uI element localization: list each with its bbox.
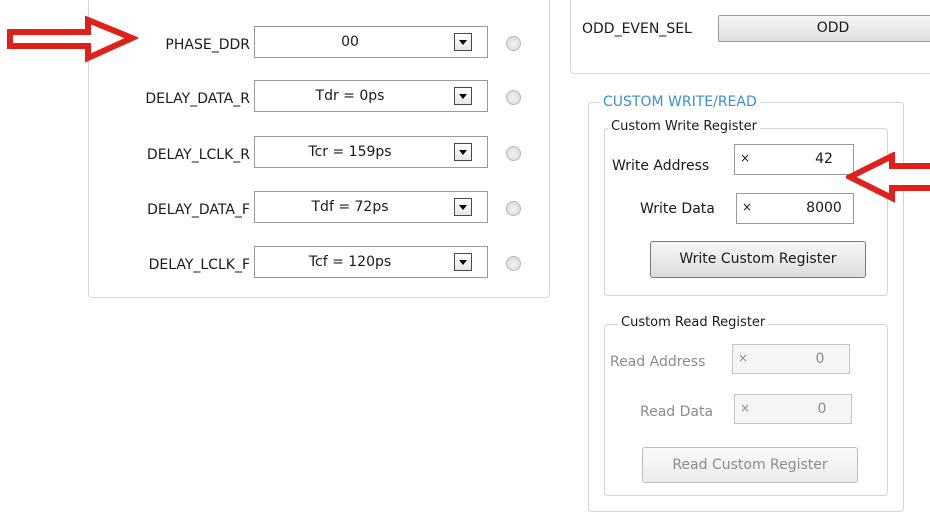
chevron-down-icon[interactable] — [454, 143, 472, 161]
delay-data-r-select[interactable]: Tdr = 0ps — [254, 80, 488, 112]
write-data-label: Write Data — [640, 201, 715, 217]
write-data-input[interactable]: × 8000 — [736, 193, 854, 224]
delay-lclk-f-label: DELAY_LCLK_F — [148, 257, 250, 273]
hex-prefix-icon: × — [740, 401, 751, 415]
delay-data-f-label: DELAY_DATA_F — [147, 202, 250, 218]
custom-read-title: Custom Read Register — [618, 315, 769, 331]
write-custom-register-button[interactable]: Write Custom Register — [650, 241, 866, 278]
write-address-input[interactable]: × 42 — [734, 144, 854, 175]
phase-ddr-label: PHASE_DDR — [165, 37, 250, 53]
phase-ddr-value: 00 — [341, 34, 359, 50]
hex-prefix-icon: × — [742, 200, 753, 214]
delay-data-f-radio[interactable] — [506, 201, 521, 216]
custom-write-title: Custom Write Register — [608, 119, 760, 135]
delay-lclk-f-select[interactable]: Tcf = 120ps — [254, 246, 488, 278]
custom-write-read-title: CUSTOM WRITE/READ — [600, 94, 760, 110]
read-address-input[interactable]: × 0 — [732, 344, 850, 374]
delay-lclk-r-select[interactable]: Tcr = 159ps — [254, 136, 488, 168]
delay-lclk-r-value: Tcr = 159ps — [308, 144, 392, 160]
phase-ddr-radio[interactable] — [506, 36, 521, 51]
write-data-value: 8000 — [806, 200, 842, 216]
write-address-value: 42 — [815, 151, 833, 167]
delay-data-f-value: Tdf = 72ps — [311, 199, 389, 215]
chevron-down-icon[interactable] — [454, 87, 472, 105]
chevron-down-icon[interactable] — [454, 253, 472, 271]
delay-lclk-f-radio[interactable] — [506, 256, 521, 271]
read-address-value: 0 — [815, 351, 825, 367]
delay-lclk-f-value: Tcf = 120ps — [308, 254, 392, 270]
delay-data-r-label: DELAY_DATA_R — [145, 91, 250, 107]
delay-data-r-radio[interactable] — [506, 90, 521, 105]
chevron-down-icon[interactable] — [454, 198, 472, 216]
read-custom-register-button[interactable]: Read Custom Register — [642, 447, 858, 483]
delay-lclk-r-label: DELAY_LCLK_R — [146, 147, 250, 163]
write-address-label: Write Address — [612, 158, 710, 174]
chevron-down-icon[interactable] — [454, 33, 472, 51]
read-data-label: Read Data — [640, 404, 714, 420]
phase-ddr-select[interactable]: 00 — [254, 26, 488, 58]
delay-data-f-select[interactable]: Tdf = 72ps — [254, 191, 488, 223]
hex-prefix-icon: × — [740, 151, 751, 165]
read-address-label: Read Address — [610, 354, 706, 370]
read-data-value: 0 — [817, 401, 827, 417]
odd-even-sel-label: ODD_EVEN_SEL — [582, 21, 692, 37]
read-data-input[interactable]: × 0 — [734, 394, 852, 424]
delay-lclk-r-radio[interactable] — [506, 146, 521, 161]
hex-prefix-icon: × — [738, 351, 749, 365]
delay-data-r-value: Tdr = 0ps — [315, 88, 385, 104]
odd-even-sel-button[interactable]: ODD — [718, 15, 930, 42]
